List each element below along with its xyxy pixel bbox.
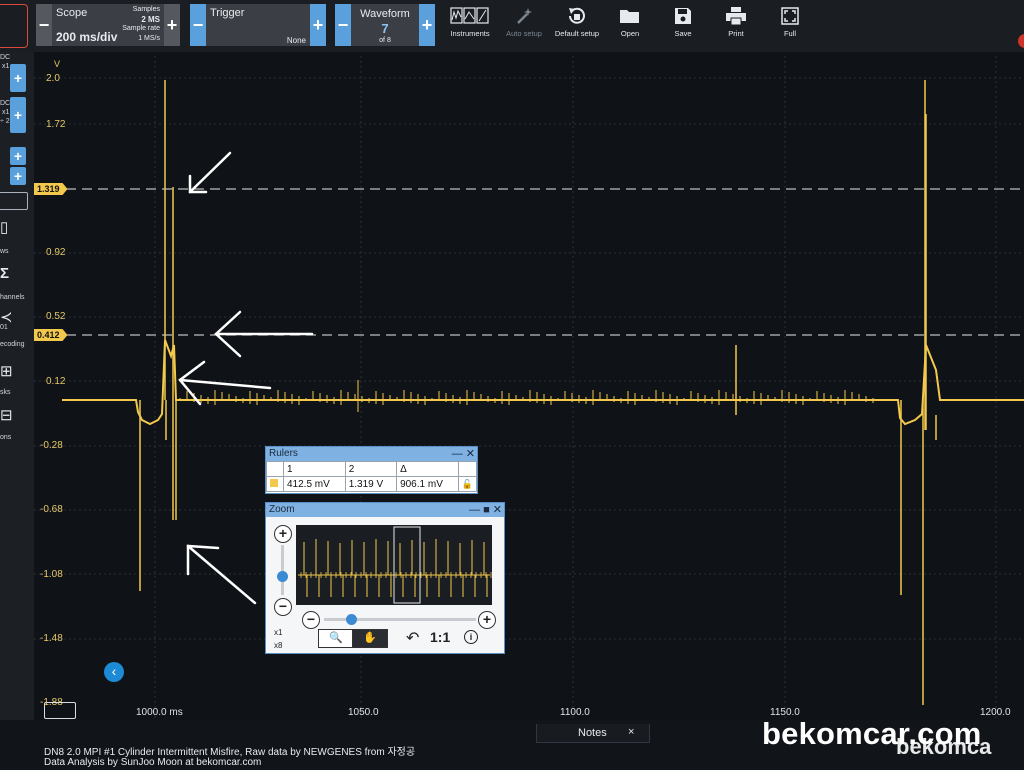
watermark: bekomcar.com [762,716,982,751]
notes-label[interactable]: Notes [578,727,607,739]
zoom-title: Zoom [269,504,295,515]
ruler-delta-value: 906.1 mV [396,476,459,492]
vertical-zoom-track[interactable] [281,545,284,595]
zoom-title-bar[interactable]: Zoom — ■ ✕ [266,503,504,517]
info-icon[interactable]: i [464,630,478,644]
minimize-icon[interactable]: — [469,504,480,516]
zoom-overview-graph [298,526,492,604]
vertical-zoom-thumb[interactable] [277,571,288,582]
ruler-1-value: 412.5 mV [283,476,346,492]
overview-button[interactable] [44,702,76,719]
trace-noise-ticks [179,380,874,412]
zoom-overview-plot[interactable] [296,525,492,605]
zoom-viewport-rect[interactable] [393,526,421,604]
scroll-left-button[interactable]: ‹ [104,662,124,682]
zoom-window-controls: — ■ ✕ [469,503,502,517]
x-tick-label: 1050.0 [348,707,379,718]
y-tick-label: 0.52 [46,311,66,322]
table-header-row: 1 2 Δ [266,461,478,477]
horizontal-zoom-in-button[interactable]: + [478,611,496,629]
zoom-tool-button[interactable]: 🔍 [318,629,354,648]
hand-icon: ✋ [363,632,377,644]
horizontal-zoom-thumb[interactable] [346,614,357,625]
horizontal-zoom-out-button[interactable]: − [302,611,320,629]
minimize-icon[interactable]: — [452,448,463,460]
zoom-in-button[interactable]: + [274,525,292,543]
rulers-table: 1 2 Δ 412.5 mV 1.319 V 906.1 mV 🔓 [266,461,478,492]
close-icon[interactable]: ✕ [466,448,475,460]
ruler-2-value: 1.319 V [344,476,398,492]
rulers-window-controls: — ✕ [452,447,475,461]
zoom-out-button[interactable]: − [274,598,292,616]
rulers-title: Rulers [269,448,298,459]
undo-zoom-icon[interactable]: ↶ [406,628,419,648]
x-tick-label: 1100.0 [560,707,590,718]
column-header: Δ [396,461,459,477]
arrow-annotation-1 [188,151,232,194]
zoom-body: + − − + x1 x8 🔍 ✋ ↶ 1:1 i [266,517,504,653]
y-tick-label: -0.68 [40,504,63,515]
y-tick-label: 1.72 [46,119,66,130]
y-axis-unit: V [54,59,61,69]
y-tick-label: -1.48 [40,633,63,644]
y-tick-label: -0.28 [40,440,63,451]
caption-line-1: DN8 2.0 MPI #1 Cylinder Intermittent Mis… [44,747,416,758]
zoom-x-factor: x1 [274,628,283,637]
y-tick-label: -1.08 [40,569,63,580]
y-tick-label: 0.92 [46,247,66,258]
notes-close-icon[interactable]: × [628,726,634,738]
y-tick-label: 2.0 [46,73,60,84]
caption-line-2: Data Analysis by SunJoo Moon at bekomcar… [44,757,262,768]
ruler-tag-1[interactable]: 1.319 [34,183,68,195]
table-row: 412.5 mV 1.319 V 906.1 mV 🔓 [266,476,478,492]
lock-icon[interactable]: 🔓 [457,476,478,492]
x-tick-label: 1000.0 ms [136,707,183,718]
rulers-window[interactable]: Rulers — ✕ 1 2 Δ 412.5 mV 1.319 V 906.1 … [265,446,478,494]
column-header: 1 [283,461,346,477]
grid [34,56,1024,718]
pan-tool-button[interactable]: ✋ [352,629,388,648]
zoom-ratio-button[interactable]: 1:1 [430,629,450,645]
channel-swatch [270,478,278,487]
rulers-title-bar[interactable]: Rulers — ✕ [266,447,477,461]
scope-graph [34,56,1024,718]
ruler-tag-2[interactable]: 0.412 [34,329,68,341]
column-header: 2 [344,461,398,477]
close-icon[interactable]: ✕ [493,504,502,516]
zoom-y-factor: x8 [274,641,283,650]
y-tick-label: 0.12 [46,376,66,387]
zoom-window[interactable]: Zoom — ■ ✕ + − − + x1 x8 🔍 ✋ ↶ 1:1 i [265,502,505,654]
maximize-icon[interactable]: ■ [483,504,490,516]
x-tick-label: 1200.0 [980,707,1011,718]
magnifier-icon: 🔍 [329,632,343,644]
